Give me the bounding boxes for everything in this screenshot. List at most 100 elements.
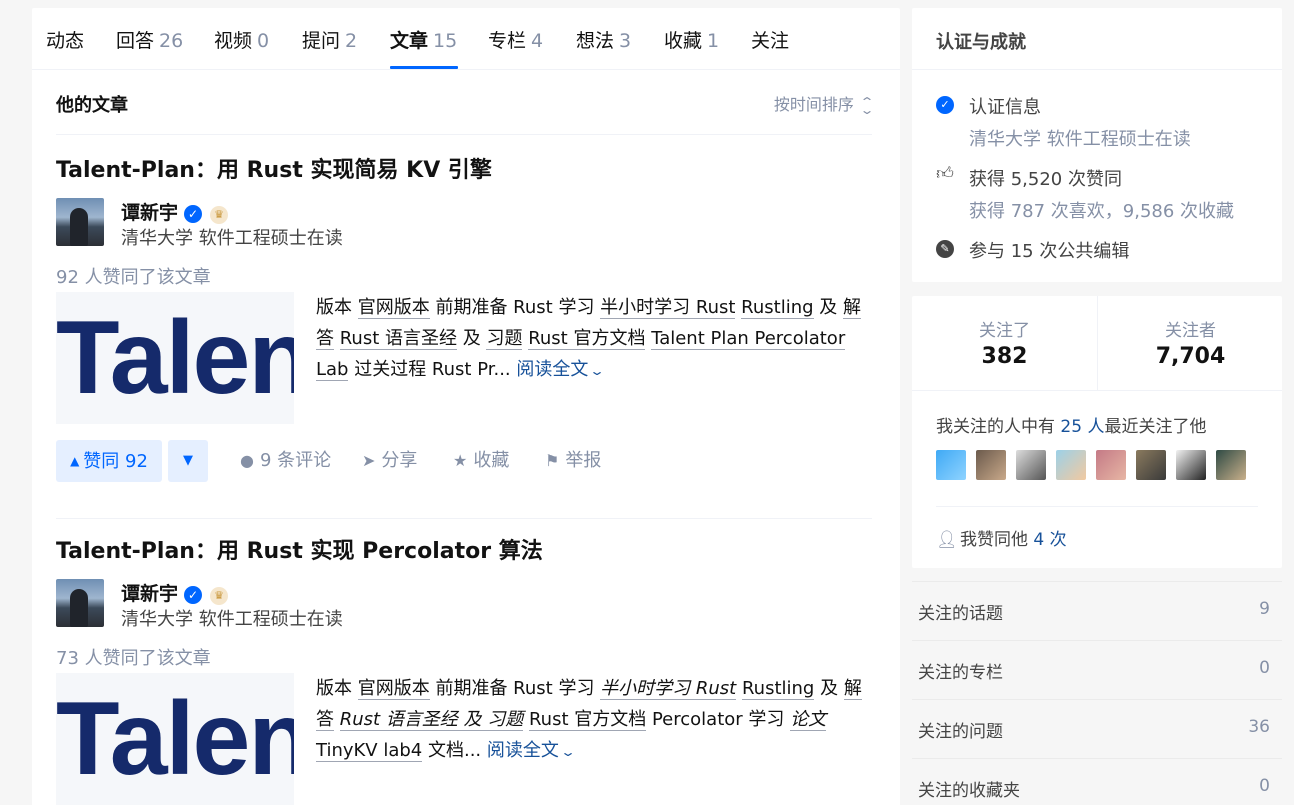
follow-divider xyxy=(912,390,1282,391)
list-item[interactable]: 关注的专栏 0 xyxy=(912,640,1282,699)
article-thumbnail[interactable]: Talent xyxy=(56,673,294,805)
edit-pencil-icon: ✎ xyxy=(936,240,954,258)
excerpt-text xyxy=(334,328,340,349)
tab-questions[interactable]: 提问 2 xyxy=(302,26,357,53)
excerpt-link[interactable]: Rustling xyxy=(741,297,814,319)
approve-count-link[interactable]: 4 次 xyxy=(1033,530,1066,550)
article-title[interactable]: Talent-Plan：用 Rust 实现简易 KV 引擎 xyxy=(56,152,492,184)
report-label: 举报 xyxy=(565,450,602,471)
tab-following[interactable]: 关注 xyxy=(751,26,789,53)
avatar[interactable] xyxy=(56,579,104,627)
thumbs-up-icon: 👍︎ xyxy=(936,164,954,184)
cert-info: ✓ 认证信息 清华大学 软件工程硕士在读 xyxy=(936,93,1256,153)
favorite-button[interactable]: ★ 收藏 xyxy=(453,440,509,482)
tab-answers[interactable]: 回答 26 xyxy=(116,26,183,53)
following-label: 关注了 xyxy=(979,321,1030,341)
comments-label: 9 条评论 xyxy=(259,450,332,471)
author-info: 谭新宇 ✓ ♛ 清华大学 软件工程硕士在读 xyxy=(56,579,656,630)
report-button[interactable]: ⚑ 举报 xyxy=(545,440,601,482)
tab-collections[interactable]: 收藏 1 xyxy=(664,26,719,53)
avatar[interactable] xyxy=(1216,450,1246,480)
tab-label: 视频 xyxy=(214,30,253,52)
excerpt-link[interactable]: 半小时学习 Rust xyxy=(600,297,736,319)
list-item[interactable]: 关注的问题 36 xyxy=(912,699,1282,758)
author-name[interactable]: 谭新宇 ✓ ♛ xyxy=(121,579,229,606)
thumbnail-logo-text: Talent xyxy=(56,300,294,416)
excerpt-link[interactable]: 习题 xyxy=(486,328,523,350)
avatar[interactable] xyxy=(976,450,1006,480)
excerpt-link[interactable]: Rust 语言圣经 xyxy=(339,328,457,350)
tab-count: 4 xyxy=(531,30,544,52)
vote-up-label: 赞同 92 xyxy=(83,451,148,472)
tab-label: 专栏 xyxy=(488,30,527,52)
tab-columns[interactable]: 专栏 4 xyxy=(488,26,543,53)
approve-him-text: 👤︎ 我赞同他 4 次 xyxy=(936,525,1067,550)
author-name-text: 谭新宇 xyxy=(121,202,179,224)
avatar[interactable] xyxy=(1136,450,1166,480)
avatar[interactable] xyxy=(936,450,966,480)
excerpt-link[interactable]: 官网版本 xyxy=(357,678,430,700)
avatar[interactable] xyxy=(1176,450,1206,480)
excerpt-text: 过关过程 Rust Pr... xyxy=(348,359,511,380)
article-actions: ▲ 赞同 92 ▼ ● 9 条评论 ➤ 分享 ★ 收藏 ⚑ 举报 xyxy=(56,440,872,482)
crown-badge-icon: ♛ xyxy=(210,206,229,224)
tab-thoughts[interactable]: 想法 3 xyxy=(576,26,631,53)
public-edit-info: ✎ 参与 15 次公共编辑 xyxy=(936,237,1256,265)
approve-prefix: 我赞同他 xyxy=(960,530,1034,550)
recent-count-link[interactable]: 25 人 xyxy=(1060,417,1104,437)
read-more-button[interactable]: 阅读全文⌄ xyxy=(516,359,605,380)
tab-label: 关注 xyxy=(751,30,790,52)
sort-button[interactable]: 按时间排序 ⌃ ⌄ xyxy=(773,91,875,117)
following-stat[interactable]: 关注了 382 xyxy=(912,296,1097,390)
vote-down-button[interactable]: ▼ xyxy=(168,440,208,482)
avatar[interactable] xyxy=(1056,450,1086,480)
tab-count: 1 xyxy=(707,30,720,52)
triangle-down-icon: ▼ xyxy=(183,453,193,468)
read-more-button[interactable]: 阅读全文⌄ xyxy=(487,740,576,761)
user-approve-icon: 👤︎ xyxy=(936,530,958,550)
avatar[interactable] xyxy=(1016,450,1046,480)
article-thumbnail[interactable]: Talent xyxy=(56,292,294,424)
share-button[interactable]: ➤ 分享 xyxy=(362,440,417,482)
author-bio: 清华大学 软件工程硕士在读 xyxy=(121,228,343,249)
crown-badge-icon: ♛ xyxy=(210,587,229,605)
tab-label: 提问 xyxy=(302,30,341,52)
excerpt-link[interactable]: Rust 官方文档 xyxy=(528,328,646,350)
followers-stat[interactable]: 关注者 7,704 xyxy=(1098,296,1283,390)
excerpt-link[interactable]: TinyKV lab4 xyxy=(316,740,423,762)
sort-updown-icon: ⌃ ⌄ xyxy=(859,94,875,117)
list-item[interactable]: 关注的收藏夹 0 xyxy=(912,758,1282,805)
avatar[interactable] xyxy=(56,198,104,246)
tab-videos[interactable]: 视频 0 xyxy=(214,26,269,53)
tab-count: 15 xyxy=(433,30,458,52)
article-excerpt[interactable]: 版本 官网版本 前期准备 Rust 学习 半小时学习 Rust Rustling… xyxy=(316,292,876,387)
list-item-label: 关注的收藏夹 xyxy=(918,781,1020,801)
tab-count: 26 xyxy=(159,30,184,52)
comments-button[interactable]: ● 9 条评论 xyxy=(240,440,331,482)
excerpt-link[interactable]: 论文 xyxy=(790,709,827,731)
avatar[interactable] xyxy=(1096,450,1126,480)
followers-label: 关注者 xyxy=(1165,321,1216,341)
excerpt-link[interactable]: Rustling xyxy=(741,678,815,700)
article-title[interactable]: Talent-Plan：用 Rust 实现 Percolator 算法 xyxy=(56,533,543,565)
list-item[interactable]: 关注的话题 9 xyxy=(912,581,1282,640)
excerpt-link[interactable]: 半小时学习 Rust xyxy=(600,678,737,700)
excerpt-link[interactable]: Rust 语言圣经 及 xyxy=(339,709,488,731)
favorite-label: 收藏 xyxy=(473,450,510,471)
tab-activity[interactable]: 动态 xyxy=(46,26,84,53)
recent-prefix: 我关注的人中有 xyxy=(936,417,1061,437)
article-excerpt[interactable]: 版本 官网版本 前期准备 Rust 学习 半小时学习 Rust Rustling… xyxy=(316,673,876,768)
excerpt-link[interactable]: 官网版本 xyxy=(357,297,430,319)
tab-label: 收藏 xyxy=(664,30,703,52)
verified-icon: ✓ xyxy=(936,96,954,114)
author-name[interactable]: 谭新宇 ✓ ♛ xyxy=(121,198,229,225)
sort-label: 按时间排序 xyxy=(773,95,854,114)
excerpt-link[interactable]: 习题 xyxy=(487,709,524,731)
thumbnail-logo-text: Talent xyxy=(56,681,294,797)
excerpt-link[interactable]: Rust 官方文档 xyxy=(528,709,647,731)
list-item-count: 0 xyxy=(1259,776,1270,796)
section-header: 他的文章 按时间排序 ⌃ ⌄ xyxy=(56,89,875,135)
vote-up-button[interactable]: ▲ 赞同 92 xyxy=(56,440,162,482)
author-bio: 清华大学 软件工程硕士在读 xyxy=(121,609,343,630)
tab-articles[interactable]: 文章 15 xyxy=(390,26,457,53)
